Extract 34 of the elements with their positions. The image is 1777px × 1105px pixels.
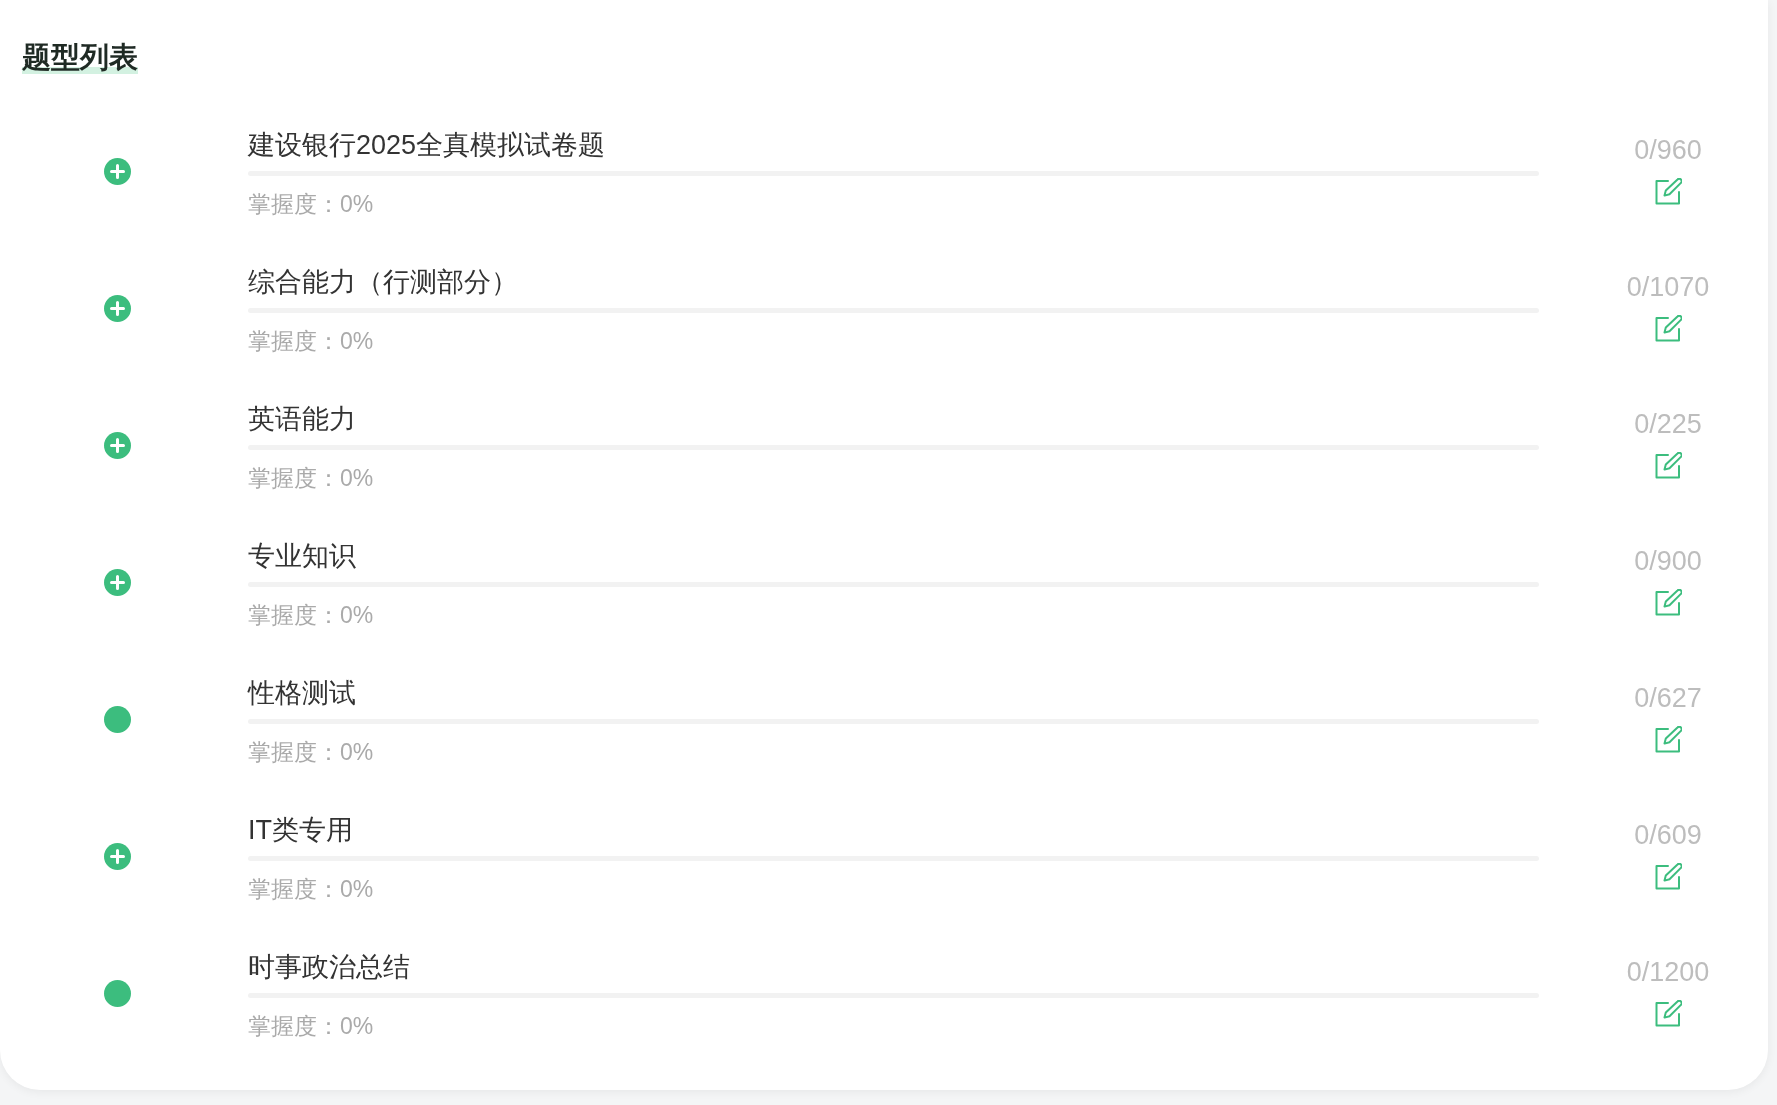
expand-plus-icon[interactable] <box>104 158 131 185</box>
mastery-text: 掌握度：0% <box>248 602 374 628</box>
item-title: 综合能力（行测部分） <box>248 267 518 297</box>
mastery-text: 掌握度：0% <box>248 328 374 354</box>
question-count: 0/960 <box>1634 135 1702 165</box>
edit-icon[interactable] <box>1654 726 1682 753</box>
mastery-text: 掌握度：0% <box>248 465 374 491</box>
question-count: 0/900 <box>1634 546 1702 576</box>
expand-plus-icon[interactable] <box>104 432 131 459</box>
section-title: 题型列表 <box>22 40 138 74</box>
edit-icon[interactable] <box>1654 452 1682 479</box>
mastery-text: 掌握度：0% <box>248 739 374 765</box>
item-title: 建设银行2025全真模拟试卷题 <box>248 130 606 160</box>
question-count: 0/225 <box>1634 409 1702 439</box>
question-count: 0/1070 <box>1626 272 1710 302</box>
mastery-text: 掌握度：0% <box>248 191 374 217</box>
edit-icon[interactable] <box>1654 863 1682 890</box>
item-title: 专业知识 <box>248 541 356 571</box>
mastery-text: 掌握度：0% <box>248 1013 374 1039</box>
expand-plus-icon[interactable] <box>104 569 131 596</box>
item-title: 英语能力 <box>248 404 356 434</box>
edit-icon[interactable] <box>1654 1000 1682 1027</box>
item-title: 性格测试 <box>248 678 356 708</box>
question-count: 0/627 <box>1634 683 1702 713</box>
question-count: 0/1200 <box>1626 957 1710 987</box>
edit-icon[interactable] <box>1654 178 1682 205</box>
expand-plus-icon[interactable] <box>104 843 131 870</box>
mastery-text: 掌握度：0% <box>248 876 374 902</box>
expand-plus-icon[interactable] <box>104 295 131 322</box>
item-title: 时事政治总结 <box>248 952 410 982</box>
edit-icon[interactable] <box>1654 315 1682 342</box>
edit-icon[interactable] <box>1654 589 1682 616</box>
item-title: IT类专用 <box>248 815 353 845</box>
question-count: 0/609 <box>1634 820 1702 850</box>
